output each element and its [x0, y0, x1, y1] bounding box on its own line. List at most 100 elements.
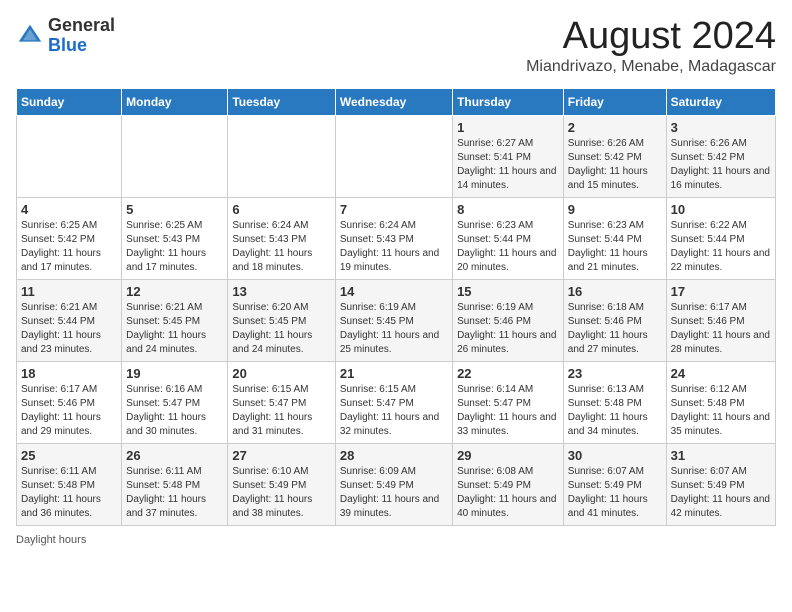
day-number: 8: [457, 202, 559, 217]
day-number: 7: [340, 202, 448, 217]
day-info: Sunrise: 6:08 AM Sunset: 5:49 PM Dayligh…: [457, 465, 559, 521]
day-info: Sunrise: 6:21 AM Sunset: 5:44 PM Dayligh…: [21, 301, 117, 357]
day-number: 31: [671, 448, 771, 463]
day-number: 29: [457, 448, 559, 463]
day-number: 25: [21, 448, 117, 463]
day-info: Sunrise: 6:21 AM Sunset: 5:45 PM Dayligh…: [126, 301, 223, 357]
calendar-cell: 12 Sunrise: 6:21 AM Sunset: 5:45 PM Dayli…: [122, 279, 228, 361]
footer: Daylight hours: [16, 534, 776, 546]
day-info: Sunrise: 6:20 AM Sunset: 5:45 PM Dayligh…: [232, 301, 330, 357]
day-info: Sunrise: 6:14 AM Sunset: 5:47 PM Dayligh…: [457, 383, 559, 439]
day-number: 14: [340, 284, 448, 299]
calendar-cell: 1Sunrise: 6:27 AM Sunset: 5:41 PM Daylig…: [453, 115, 564, 197]
day-info: Sunrise: 6:13 AM Sunset: 5:48 PM Dayligh…: [568, 383, 662, 439]
weekday-header: Saturday: [666, 88, 775, 115]
calendar-cell: 26 Sunrise: 6:11 AM Sunset: 5:48 PM Dayli…: [122, 443, 228, 525]
day-number: 24: [671, 366, 771, 381]
calendar-cell: 25 Sunrise: 6:11 AM Sunset: 5:48 PM Dayli…: [17, 443, 122, 525]
day-number: 6: [232, 202, 330, 217]
calendar-cell: 3 Sunrise: 6:26 AM Sunset: 5:42 PM Daylig…: [666, 115, 775, 197]
calendar-cell: [17, 115, 122, 197]
calendar-cell: 10Sunrise: 6:22 AM Sunset: 5:44 PM Dayli…: [666, 197, 775, 279]
day-number: 12: [126, 284, 223, 299]
day-number: 28: [340, 448, 448, 463]
day-info: Sunrise: 6:24 AM Sunset: 5:43 PM Dayligh…: [232, 219, 330, 275]
day-number: 5: [126, 202, 223, 217]
day-info: Sunrise: 6:26 AM Sunset: 5:42 PM Dayligh…: [568, 137, 662, 193]
logo-icon: [16, 22, 44, 50]
day-info: Sunrise: 6:26 AM Sunset: 5:42 PM Dayligh…: [671, 137, 771, 193]
day-number: 13: [232, 284, 330, 299]
day-info: Sunrise: 6:12 AM Sunset: 5:48 PM Dayligh…: [671, 383, 771, 439]
logo-blue: Blue: [48, 35, 87, 55]
calendar-cell: 7 Sunrise: 6:24 AM Sunset: 5:43 PM Daylig…: [335, 197, 452, 279]
day-number: 9: [568, 202, 662, 217]
day-number: 3: [671, 120, 771, 135]
day-info: Sunrise: 6:15 AM Sunset: 5:47 PM Dayligh…: [340, 383, 448, 439]
calendar-cell: 14 Sunrise: 6:19 AM Sunset: 5:45 PM Dayli…: [335, 279, 452, 361]
calendar-week-row: 1Sunrise: 6:27 AM Sunset: 5:41 PM Daylig…: [17, 115, 776, 197]
day-info: Sunrise: 6:11 AM Sunset: 5:48 PM Dayligh…: [126, 465, 223, 521]
calendar-cell: 8Sunrise: 6:23 AM Sunset: 5:44 PM Daylig…: [453, 197, 564, 279]
day-info: Sunrise: 6:23 AM Sunset: 5:44 PM Dayligh…: [568, 219, 662, 275]
calendar-cell: 30Sunrise: 6:07 AM Sunset: 5:49 PM Dayli…: [563, 443, 666, 525]
day-info: Sunrise: 6:19 AM Sunset: 5:45 PM Dayligh…: [340, 301, 448, 357]
logo: General Blue: [16, 16, 115, 56]
calendar-cell: 11Sunrise: 6:21 AM Sunset: 5:44 PM Dayli…: [17, 279, 122, 361]
title-area: August 2024 Miandrivazo, Menabe, Madagas…: [526, 16, 776, 76]
day-info: Sunrise: 6:18 AM Sunset: 5:46 PM Dayligh…: [568, 301, 662, 357]
calendar-cell: 6 Sunrise: 6:24 AM Sunset: 5:43 PM Daylig…: [228, 197, 335, 279]
day-info: Sunrise: 6:09 AM Sunset: 5:49 PM Dayligh…: [340, 465, 448, 521]
day-info: Sunrise: 6:10 AM Sunset: 5:49 PM Dayligh…: [232, 465, 330, 521]
day-number: 30: [568, 448, 662, 463]
day-info: Sunrise: 6:17 AM Sunset: 5:46 PM Dayligh…: [21, 383, 117, 439]
calendar-cell: 28 Sunrise: 6:09 AM Sunset: 5:49 PM Dayli…: [335, 443, 452, 525]
calendar-cell: 27 Sunrise: 6:10 AM Sunset: 5:49 PM Dayli…: [228, 443, 335, 525]
day-number: 22: [457, 366, 559, 381]
page-subtitle: Miandrivazo, Menabe, Madagascar: [526, 58, 776, 76]
logo-general: General: [48, 15, 115, 35]
calendar-cell: [228, 115, 335, 197]
day-info: Sunrise: 6:25 AM Sunset: 5:43 PM Dayligh…: [126, 219, 223, 275]
calendar-cell: [335, 115, 452, 197]
daylight-label: Daylight hours: [16, 534, 86, 546]
logo-text: General Blue: [48, 16, 115, 56]
day-info: Sunrise: 6:11 AM Sunset: 5:48 PM Dayligh…: [21, 465, 117, 521]
day-info: Sunrise: 6:22 AM Sunset: 5:44 PM Dayligh…: [671, 219, 771, 275]
day-info: Sunrise: 6:25 AM Sunset: 5:42 PM Dayligh…: [21, 219, 117, 275]
weekday-header-row: SundayMondayTuesdayWednesdayThursdayFrid…: [17, 88, 776, 115]
calendar-week-row: 18Sunrise: 6:17 AM Sunset: 5:46 PM Dayli…: [17, 361, 776, 443]
calendar-cell: 2 Sunrise: 6:26 AM Sunset: 5:42 PM Daylig…: [563, 115, 666, 197]
weekday-header: Thursday: [453, 88, 564, 115]
day-number: 15: [457, 284, 559, 299]
day-number: 23: [568, 366, 662, 381]
weekday-header: Friday: [563, 88, 666, 115]
calendar-week-row: 4Sunrise: 6:25 AM Sunset: 5:42 PM Daylig…: [17, 197, 776, 279]
day-info: Sunrise: 6:16 AM Sunset: 5:47 PM Dayligh…: [126, 383, 223, 439]
calendar-table: SundayMondayTuesdayWednesdayThursdayFrid…: [16, 88, 776, 526]
calendar-cell: 18Sunrise: 6:17 AM Sunset: 5:46 PM Dayli…: [17, 361, 122, 443]
day-number: 17: [671, 284, 771, 299]
calendar-cell: 5 Sunrise: 6:25 AM Sunset: 5:43 PM Daylig…: [122, 197, 228, 279]
day-info: Sunrise: 6:24 AM Sunset: 5:43 PM Dayligh…: [340, 219, 448, 275]
calendar-cell: [122, 115, 228, 197]
calendar-cell: 17Sunrise: 6:17 AM Sunset: 5:46 PM Dayli…: [666, 279, 775, 361]
calendar-cell: 15Sunrise: 6:19 AM Sunset: 5:46 PM Dayli…: [453, 279, 564, 361]
day-number: 16: [568, 284, 662, 299]
day-number: 21: [340, 366, 448, 381]
day-number: 20: [232, 366, 330, 381]
calendar-cell: 19 Sunrise: 6:16 AM Sunset: 5:47 PM Dayli…: [122, 361, 228, 443]
page-title: August 2024: [526, 16, 776, 58]
weekday-header: Sunday: [17, 88, 122, 115]
calendar-week-row: 11Sunrise: 6:21 AM Sunset: 5:44 PM Dayli…: [17, 279, 776, 361]
day-number: 26: [126, 448, 223, 463]
day-number: 2: [568, 120, 662, 135]
calendar-cell: 20Sunrise: 6:15 AM Sunset: 5:47 PM Dayli…: [228, 361, 335, 443]
calendar-cell: 23 Sunrise: 6:13 AM Sunset: 5:48 PM Dayli…: [563, 361, 666, 443]
day-info: Sunrise: 6:27 AM Sunset: 5:41 PM Dayligh…: [457, 137, 559, 193]
calendar-cell: 4Sunrise: 6:25 AM Sunset: 5:42 PM Daylig…: [17, 197, 122, 279]
calendar-cell: 21 Sunrise: 6:15 AM Sunset: 5:47 PM Dayli…: [335, 361, 452, 443]
day-number: 27: [232, 448, 330, 463]
header: General Blue August 2024 Miandrivazo, Me…: [16, 16, 776, 76]
day-number: 19: [126, 366, 223, 381]
